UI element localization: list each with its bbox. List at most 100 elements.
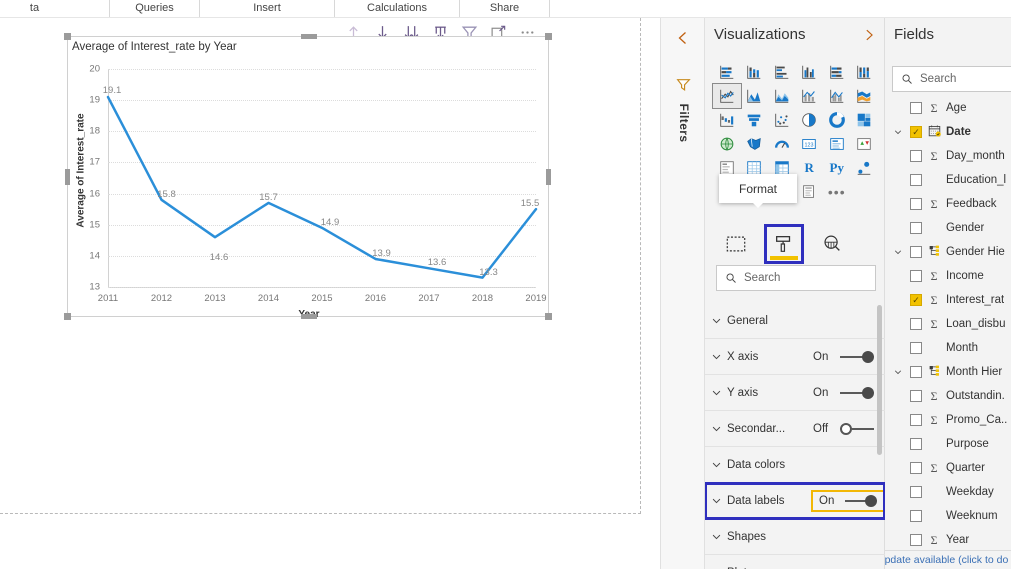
- resize-handle-e[interactable]: [546, 169, 551, 185]
- scatter-chart-icon[interactable]: [768, 108, 796, 132]
- more-visuals-ellipsis-icon[interactable]: •••: [823, 180, 851, 204]
- chevron-down-icon[interactable]: [705, 531, 727, 542]
- line-and-stacked-column-chart-icon[interactable]: [796, 84, 824, 108]
- r-script-visual-icon[interactable]: R: [796, 156, 824, 180]
- format-card-toggle[interactable]: Off: [813, 423, 885, 435]
- pane-tab-row[interactable]: [713, 223, 878, 265]
- filters-pane-collapsed[interactable]: Filters: [660, 18, 705, 569]
- field-item-gender-hie[interactable]: Gender Hie: [885, 240, 1011, 264]
- line-chart-visual[interactable]: Average of Interest_rate by Year Average…: [67, 36, 549, 317]
- format-card-toggle[interactable]: On: [813, 387, 885, 399]
- field-checkbox[interactable]: [910, 486, 922, 498]
- format-card-general[interactable]: General: [705, 303, 885, 339]
- field-checkbox[interactable]: [910, 222, 922, 234]
- python-script-visual-icon[interactable]: Py: [823, 156, 851, 180]
- map-visual-icon[interactable]: [713, 132, 741, 156]
- field-checkbox[interactable]: [910, 318, 922, 330]
- field-checkbox[interactable]: [910, 174, 922, 186]
- stacked-area-chart-icon[interactable]: [768, 84, 796, 108]
- chevron-down-icon[interactable]: [705, 387, 727, 398]
- clustered-column-chart-icon[interactable]: [796, 60, 824, 84]
- format-card-list[interactable]: GeneralX axisOnY axisOnSecondar...OffDat…: [705, 303, 885, 569]
- chevron-down-icon[interactable]: [705, 315, 727, 326]
- field-checkbox[interactable]: [910, 438, 922, 450]
- hundred-percent-stacked-column-chart-icon[interactable]: [851, 60, 879, 84]
- resize-handle-w[interactable]: [65, 169, 70, 185]
- field-item-feedback[interactable]: ΣFeedback: [885, 192, 1011, 216]
- card-visual-icon[interactable]: 123: [796, 132, 824, 156]
- format-card-secondar[interactable]: Secondar...Off: [705, 411, 885, 447]
- field-item-day-month[interactable]: ΣDay_month: [885, 144, 1011, 168]
- field-item-weeknum[interactable]: Weeknum: [885, 504, 1011, 528]
- field-item-interest-rat[interactable]: ΣInterest_rat: [885, 288, 1011, 312]
- field-item-education-l[interactable]: Education_l: [885, 168, 1011, 192]
- format-search-input[interactable]: Search: [716, 265, 876, 291]
- field-checkbox[interactable]: [910, 150, 922, 162]
- fields-tree-list[interactable]: ΣAgeDateΣDay_monthEducation_lΣFeedbackGe…: [885, 96, 1011, 558]
- line-and-clustered-column-chart-icon[interactable]: [823, 84, 851, 108]
- stacked-bar-chart-icon[interactable]: [713, 60, 741, 84]
- donut-chart-icon[interactable]: [823, 108, 851, 132]
- clustered-bar-chart-icon[interactable]: [768, 60, 796, 84]
- field-item-month[interactable]: Month: [885, 336, 1011, 360]
- toggle-switch[interactable]: [845, 495, 877, 507]
- format-card-y-axis[interactable]: Y axisOn: [705, 375, 885, 411]
- chevron-down-icon[interactable]: [893, 127, 905, 137]
- update-available-link[interactable]: Update available (click to do: [885, 554, 1008, 566]
- field-item-age[interactable]: ΣAge: [885, 96, 1011, 120]
- multi-row-card-visual-icon[interactable]: [823, 132, 851, 156]
- chevron-down-icon[interactable]: [705, 459, 727, 470]
- field-item-purpose[interactable]: Purpose: [885, 432, 1011, 456]
- format-card-x-axis[interactable]: X axisOn: [705, 339, 885, 375]
- treemap-chart-icon[interactable]: [851, 108, 879, 132]
- format-card-data-labels[interactable]: Data labelsOn: [705, 483, 885, 519]
- area-chart-icon[interactable]: [741, 84, 769, 108]
- chevron-right-icon[interactable]: [862, 28, 876, 42]
- field-item-year[interactable]: ΣYear: [885, 528, 1011, 552]
- resize-handle-n[interactable]: [301, 34, 317, 39]
- resize-handle-s[interactable]: [301, 314, 317, 319]
- format-card-plot-area[interactable]: Plot area: [705, 555, 885, 569]
- field-checkbox[interactable]: [910, 534, 922, 546]
- field-checkbox[interactable]: [910, 126, 922, 138]
- format-card-toggle[interactable]: On: [813, 492, 885, 510]
- resize-handle-se[interactable]: [545, 313, 552, 320]
- field-item-promo-ca[interactable]: ΣPromo_Ca..: [885, 408, 1011, 432]
- visualizations-pane[interactable]: Visualizations 123RPy••• Format Search G…: [705, 18, 885, 569]
- format-card-data-colors[interactable]: Data colors: [705, 447, 885, 483]
- report-canvas-area[interactable]: Average of Interest_rate by Year Average…: [0, 18, 660, 569]
- funnel-chart-icon[interactable]: [741, 108, 769, 132]
- field-checkbox[interactable]: [910, 102, 922, 114]
- chevron-left-icon[interactable]: [675, 30, 691, 46]
- chevron-down-icon[interactable]: [705, 495, 727, 506]
- chevron-down-icon[interactable]: [893, 247, 905, 257]
- fields-pane-tab[interactable]: [719, 227, 753, 261]
- key-influencers-visual-icon[interactable]: [851, 156, 879, 180]
- filled-map-visual-icon[interactable]: [741, 132, 769, 156]
- toggle-switch[interactable]: [840, 423, 874, 435]
- field-checkbox[interactable]: [910, 510, 922, 522]
- field-item-date[interactable]: Date: [885, 120, 1011, 144]
- field-checkbox[interactable]: [910, 462, 922, 474]
- field-item-quarter[interactable]: ΣQuarter: [885, 456, 1011, 480]
- field-checkbox[interactable]: [910, 270, 922, 282]
- pie-chart-icon[interactable]: [796, 108, 824, 132]
- field-checkbox[interactable]: [910, 366, 922, 378]
- line-chart-icon[interactable]: [713, 84, 741, 108]
- resize-handle-nw[interactable]: [64, 33, 71, 40]
- stacked-column-chart-icon[interactable]: [741, 60, 769, 84]
- chevron-down-icon[interactable]: [705, 351, 727, 362]
- field-checkbox[interactable]: [910, 414, 922, 426]
- ribbon-chart-icon[interactable]: [851, 84, 879, 108]
- format-card-shapes[interactable]: Shapes: [705, 519, 885, 555]
- toggle-switch[interactable]: [840, 387, 874, 399]
- field-checkbox[interactable]: [910, 246, 922, 258]
- hundred-percent-stacked-bar-chart-icon[interactable]: [823, 60, 851, 84]
- resize-handle-sw[interactable]: [64, 313, 71, 320]
- field-item-gender[interactable]: Gender: [885, 216, 1011, 240]
- field-checkbox[interactable]: [910, 390, 922, 402]
- kpi-visual-icon[interactable]: [851, 132, 879, 156]
- field-item-weekday[interactable]: Weekday: [885, 480, 1011, 504]
- field-item-loan-disbu[interactable]: ΣLoan_disbu: [885, 312, 1011, 336]
- paginated-report-visual-icon[interactable]: [796, 180, 824, 204]
